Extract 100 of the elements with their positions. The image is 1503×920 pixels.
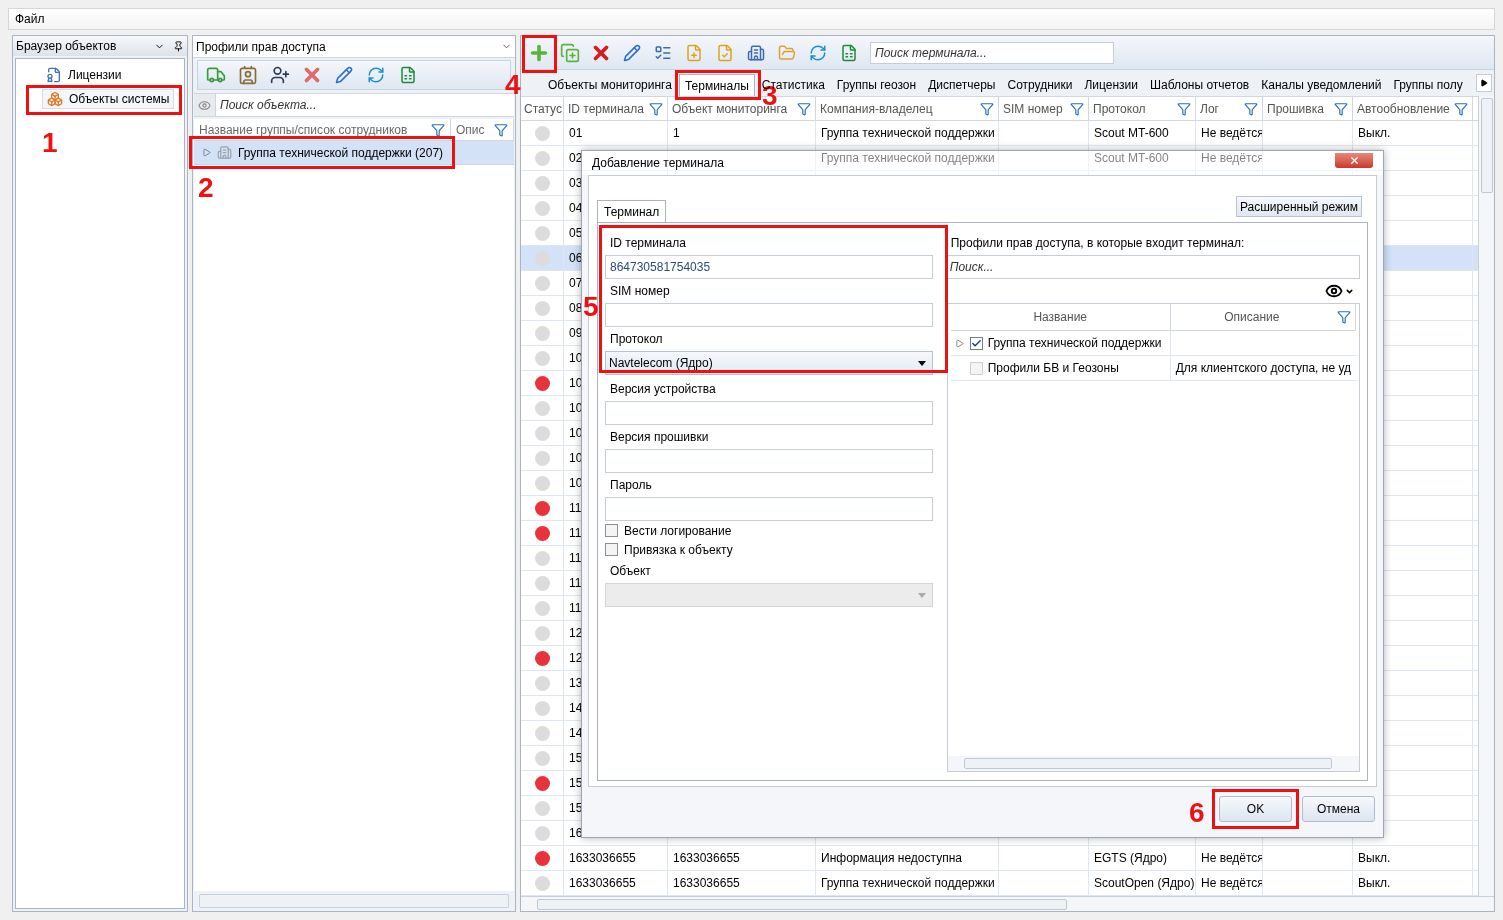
horizontal-scrollbar[interactable] [947, 756, 1359, 771]
tab[interactable]: Диспетчеры [923, 74, 1001, 96]
tab[interactable]: Группы полу [1388, 74, 1468, 96]
table-cell-text: Scout MT-600 [1094, 125, 1169, 142]
caret-icon [917, 592, 926, 598]
filter-icon[interactable] [1177, 101, 1191, 116]
filter-icon[interactable] [431, 122, 445, 137]
filter-icon[interactable] [1454, 101, 1468, 116]
group-row[interactable]: Группа технической поддержки (207) [194, 141, 514, 165]
step-number: 2 [198, 174, 214, 202]
field-label: Версия устройства [609, 381, 717, 398]
filter-icon[interactable] [797, 101, 811, 116]
certificate-icon [46, 67, 62, 83]
input-field[interactable] [605, 449, 933, 473]
close-icon [1348, 154, 1360, 166]
column-header[interactable]: SIM номер [999, 97, 1089, 120]
tab-scroll-button[interactable] [1476, 74, 1492, 92]
annotation-frame [522, 34, 557, 73]
table-cell-text: 1 [673, 125, 680, 142]
table-cell-text: 14 [569, 725, 583, 742]
table-cell-text: 11 [569, 525, 582, 542]
dropdown[interactable]: Navtelecom (Ядро) [605, 351, 933, 375]
table-cell-text: 04 [569, 200, 583, 217]
column-header[interactable]: Прошивка [1263, 97, 1353, 120]
tab[interactable]: Лицензии [1079, 74, 1143, 96]
horizontal-scrollbar[interactable] [521, 896, 1494, 911]
table-cell-text: 11 [569, 500, 582, 517]
field-label: ID терминала [609, 235, 687, 252]
checkbox[interactable] [969, 336, 983, 350]
field-label: Пароль [609, 477, 653, 494]
horizontal-scrollbar[interactable] [199, 894, 509, 908]
checkbox-label: Вести логирование [624, 522, 732, 540]
tree-item[interactable]: Объекты системы [42, 89, 175, 109]
column-header[interactable]: Компания-владелец [816, 97, 999, 120]
eye-icon[interactable] [1325, 282, 1343, 300]
dialog-button[interactable]: OK [1219, 796, 1292, 822]
filter-icon[interactable] [494, 122, 508, 137]
column-header[interactable]: Статус [521, 97, 564, 120]
advanced-mode-button[interactable]: Расширенный режим [1235, 196, 1362, 217]
column-header[interactable]: Название [950, 304, 1171, 330]
checkbox[interactable] [605, 524, 618, 537]
table-cell-text: 1633036655 [673, 850, 740, 867]
table-cell-text: Выкл. [1358, 125, 1391, 142]
table-cell-text: 1633036655 [569, 875, 636, 892]
checkbox[interactable] [605, 543, 618, 556]
table-cell-text: EGTS (Ядро) [1094, 850, 1167, 867]
table-cell-text: 01 [569, 125, 583, 142]
table-cell-text: Группа технической поддержки [821, 875, 995, 892]
search-field[interactable]: Поиск терминала... [870, 41, 1114, 64]
table-cell-text: Выкл. [1358, 850, 1391, 867]
tab[interactable]: Терминалы [678, 74, 755, 96]
filter-icon[interactable] [1337, 310, 1351, 324]
table-cell-text: 11 [569, 600, 582, 617]
tree-item[interactable]: Лицензии [42, 65, 126, 85]
filter-icon[interactable] [1334, 101, 1348, 116]
tab[interactable]: Терминал [597, 200, 667, 222]
input-field[interactable] [605, 497, 933, 521]
column-header[interactable]: Лог [1196, 97, 1263, 120]
table-cell-text: Группа технической поддержки [821, 125, 995, 142]
vertical-scrollbar[interactable] [1478, 96, 1494, 896]
tab[interactable]: Каналы уведомлений [1256, 74, 1387, 96]
expand-icon[interactable] [954, 338, 964, 348]
menu-item[interactable]: Файл [15, 10, 45, 28]
field-label: SIM номер [609, 283, 671, 300]
input-field[interactable] [605, 401, 933, 425]
step-number: 5 [583, 293, 599, 321]
search-field[interactable]: Поиск... [946, 255, 1360, 279]
step-number: 1 [42, 129, 58, 157]
field-label: Протокол [609, 331, 664, 348]
search-field[interactable]: Поиск объекта... [216, 93, 514, 117]
pin-icon[interactable] [173, 40, 184, 52]
column-header[interactable]: Название группы/список сотрудников [194, 119, 451, 140]
input-field[interactable] [605, 303, 933, 327]
tab[interactable]: Сотрудники [1002, 74, 1078, 96]
step-number: 6 [1189, 799, 1205, 827]
filter-icon[interactable] [1244, 101, 1258, 116]
caret-icon [917, 360, 926, 366]
column-header[interactable]: ID терминала [564, 97, 668, 120]
dialog-button[interactable]: Отмена [1302, 796, 1375, 822]
column-header[interactable]: Опис [451, 119, 514, 140]
filter-icon[interactable] [980, 101, 994, 116]
table-cell-text: 14 [569, 700, 583, 717]
section-label: Профили прав доступа, в которые входит терминал: [949, 235, 1246, 252]
filter-icon[interactable] [649, 101, 663, 116]
panel-title: Профили прав доступа [196, 38, 326, 56]
column-header[interactable]: Описание [1170, 304, 1356, 330]
column-header[interactable]: Автообновление [1353, 97, 1473, 120]
input-field[interactable]: 864730581754035 [605, 255, 933, 279]
profile-name: Профили БВ и Геозоны [987, 360, 1119, 377]
column-header[interactable]: Протокол [1089, 97, 1196, 120]
tab[interactable]: Группы геозон [831, 74, 922, 96]
expand-icon[interactable] [202, 148, 211, 157]
building-icon [217, 145, 232, 160]
tab[interactable]: Шаблоны отчетов [1145, 74, 1255, 96]
checkbox-label: Привязка к объекту [624, 541, 733, 559]
arrow-right-icon [1480, 79, 1488, 87]
table-cell-text: 1633036655 [569, 850, 636, 867]
filter-icon[interactable] [1070, 101, 1084, 116]
table-cell-text: 1633036655 [673, 875, 740, 892]
tab[interactable]: Объекты мониторинга [543, 74, 677, 96]
